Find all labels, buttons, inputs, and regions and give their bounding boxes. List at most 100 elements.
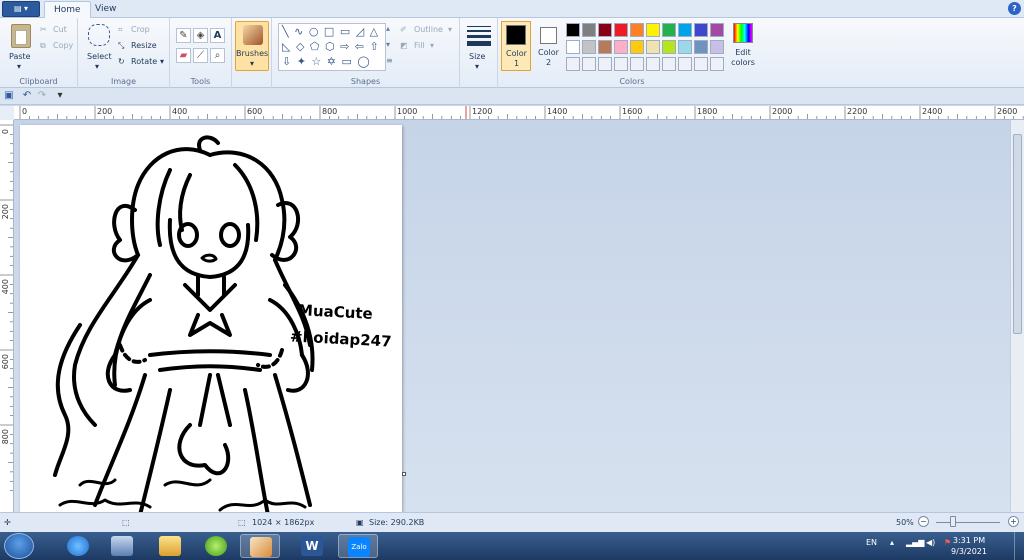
shapes-scroll-up[interactable]: ▴ bbox=[386, 24, 390, 33]
colors-group: Color 1 Color 2 Edit colors Colors bbox=[498, 18, 766, 88]
custom-color-slot[interactable] bbox=[694, 57, 708, 71]
ruler-tick-label: 2400 bbox=[922, 107, 943, 116]
start-button[interactable] bbox=[4, 533, 34, 559]
tab-view[interactable]: View bbox=[86, 1, 125, 18]
canvas-resize-handle[interactable] bbox=[402, 472, 406, 476]
color2-button[interactable]: Color 2 bbox=[534, 21, 564, 71]
vertical-scrollbar[interactable] bbox=[1010, 120, 1024, 512]
palette-swatch[interactable] bbox=[566, 40, 580, 54]
text-tool-icon[interactable]: A bbox=[210, 28, 225, 43]
palette-swatch[interactable] bbox=[630, 40, 644, 54]
tools-label: Tools bbox=[190, 77, 211, 86]
volume-icon[interactable]: ◀) bbox=[926, 538, 935, 547]
paste-button[interactable]: Paste bbox=[9, 52, 31, 61]
color-picker-icon[interactable]: ⟋ bbox=[193, 48, 208, 63]
color1-button[interactable]: Color 1 bbox=[501, 21, 531, 71]
clipboard-label: Clipboard bbox=[19, 77, 58, 86]
palette-swatch[interactable] bbox=[582, 40, 596, 54]
zoom-slider-thumb[interactable] bbox=[950, 516, 956, 527]
custom-color-slot[interactable] bbox=[582, 57, 596, 71]
status-bar: ✛ ⬚ ⬚ 1024 × 1862px ▣ Size: 290.2KB 50% … bbox=[0, 512, 1024, 532]
customize-toolbar-icon[interactable]: ▾ bbox=[54, 90, 66, 102]
shapes-scroll-down[interactable]: ▾ bbox=[386, 40, 390, 49]
show-desktop-button[interactable] bbox=[1014, 532, 1024, 560]
resize-button[interactable]: Resize bbox=[131, 41, 157, 50]
palette-swatch[interactable] bbox=[678, 40, 692, 54]
custom-color-slot[interactable] bbox=[566, 57, 580, 71]
copy-button[interactable]: Copy bbox=[53, 41, 73, 50]
size-button[interactable]: Size bbox=[469, 52, 485, 61]
taskbar-internet-explorer[interactable] bbox=[58, 534, 98, 558]
palette-swatch[interactable] bbox=[566, 23, 580, 37]
magnifier-icon[interactable]: ⌕ bbox=[210, 48, 225, 63]
signal-icon[interactable]: ▂▄▆ bbox=[906, 538, 924, 547]
brushes-button[interactable]: Brushes ▾ bbox=[235, 21, 269, 71]
vertical-scrollbar-thumb[interactable] bbox=[1013, 134, 1022, 334]
rotate-button[interactable]: Rotate bbox=[131, 57, 157, 66]
custom-color-slot[interactable] bbox=[630, 57, 644, 71]
taskbar-zalo[interactable]: Zalo bbox=[338, 534, 378, 558]
paint-menu-button[interactable]: ▤ ▾ bbox=[2, 1, 40, 17]
taskbar-green-app[interactable] bbox=[196, 534, 236, 558]
ribbon: Paste ▾ ✂ Cut ⧉ Copy Clipboard Select ▾ … bbox=[0, 18, 1024, 88]
palette-swatch[interactable] bbox=[678, 23, 692, 37]
custom-color-slot[interactable] bbox=[678, 57, 692, 71]
taskbar-word[interactable]: W bbox=[292, 534, 332, 558]
brushes-label: Brushes bbox=[236, 49, 269, 58]
palette-swatch[interactable] bbox=[614, 23, 628, 37]
palette-swatch[interactable] bbox=[646, 23, 660, 37]
taskbar-network[interactable] bbox=[102, 534, 142, 558]
zoom-slider-track[interactable] bbox=[936, 522, 1000, 523]
shapes-expand[interactable]: ≡ bbox=[386, 56, 393, 65]
cut-button[interactable]: Cut bbox=[53, 25, 67, 34]
custom-color-slot[interactable] bbox=[646, 57, 660, 71]
palette-swatch[interactable] bbox=[710, 23, 724, 37]
custom-color-slot[interactable] bbox=[710, 57, 724, 71]
image-label: Image bbox=[110, 77, 137, 86]
custom-color-slot[interactable] bbox=[662, 57, 676, 71]
redo-icon[interactable]: ↷ bbox=[36, 90, 48, 102]
ruler-tick-label: 800 bbox=[322, 107, 338, 116]
custom-color-slot[interactable] bbox=[614, 57, 628, 71]
palette-swatch[interactable] bbox=[662, 23, 676, 37]
edit-colors-button[interactable]: Edit colors bbox=[726, 48, 760, 68]
zoom-out-icon[interactable]: − bbox=[918, 516, 929, 527]
shapes-gallery[interactable]: ╲ ∿ ○ □ ▭ ◿ △◺ ◇ ⬠ ⬡ ⇨ ⇦ ⇧⇩ ✦ ☆ ✡ ▭ ◯ ♡ bbox=[278, 23, 386, 71]
image-dimensions: 1024 × 1862px bbox=[252, 518, 315, 527]
color2-label: Color 2 bbox=[538, 48, 559, 67]
crop-button[interactable]: Crop bbox=[131, 25, 150, 34]
palette-swatch[interactable] bbox=[646, 40, 660, 54]
taskbar-file-explorer[interactable] bbox=[150, 534, 190, 558]
crop-icon: ⌗ bbox=[118, 25, 123, 34]
taskbar-paint[interactable] bbox=[240, 534, 280, 558]
palette-swatch[interactable] bbox=[630, 23, 644, 37]
language-indicator[interactable]: EN bbox=[866, 538, 877, 547]
palette-swatch[interactable] bbox=[614, 40, 628, 54]
palette-swatch[interactable] bbox=[598, 23, 612, 37]
drawing-canvas[interactable]: MuaCute #hoidap247 bbox=[20, 125, 402, 512]
tab-home[interactable]: Home bbox=[44, 1, 91, 18]
select-icon bbox=[88, 24, 110, 46]
outline-button[interactable]: Outline bbox=[414, 25, 443, 34]
color1-swatch bbox=[506, 25, 526, 45]
undo-icon[interactable]: ↶ bbox=[21, 90, 33, 102]
select-button[interactable]: Select bbox=[87, 52, 112, 61]
horizontal-ruler-ticks bbox=[19, 106, 1024, 119]
fill-bucket-icon[interactable]: ◈ bbox=[193, 28, 208, 43]
eraser-icon[interactable]: ▰ bbox=[176, 48, 191, 63]
system-clock[interactable]: 3:31 PM 9/3/2021 bbox=[944, 535, 994, 557]
help-icon[interactable]: ? bbox=[1008, 2, 1021, 15]
zoom-in-icon[interactable]: + bbox=[1008, 516, 1019, 527]
custom-color-slot[interactable] bbox=[598, 57, 612, 71]
palette-swatch[interactable] bbox=[662, 40, 676, 54]
pencil-icon[interactable]: ✎ bbox=[176, 28, 191, 43]
fill-button[interactable]: Fill bbox=[414, 41, 425, 50]
palette-swatch[interactable] bbox=[694, 40, 708, 54]
palette-swatch[interactable] bbox=[598, 40, 612, 54]
palette-swatch[interactable] bbox=[710, 40, 724, 54]
palette-swatch[interactable] bbox=[694, 23, 708, 37]
ruler-tick-label: 2000 bbox=[772, 107, 793, 116]
palette-swatch[interactable] bbox=[582, 23, 596, 37]
show-hidden-icons[interactable]: ▴ bbox=[890, 538, 894, 547]
save-icon[interactable]: ▣ bbox=[3, 90, 15, 102]
